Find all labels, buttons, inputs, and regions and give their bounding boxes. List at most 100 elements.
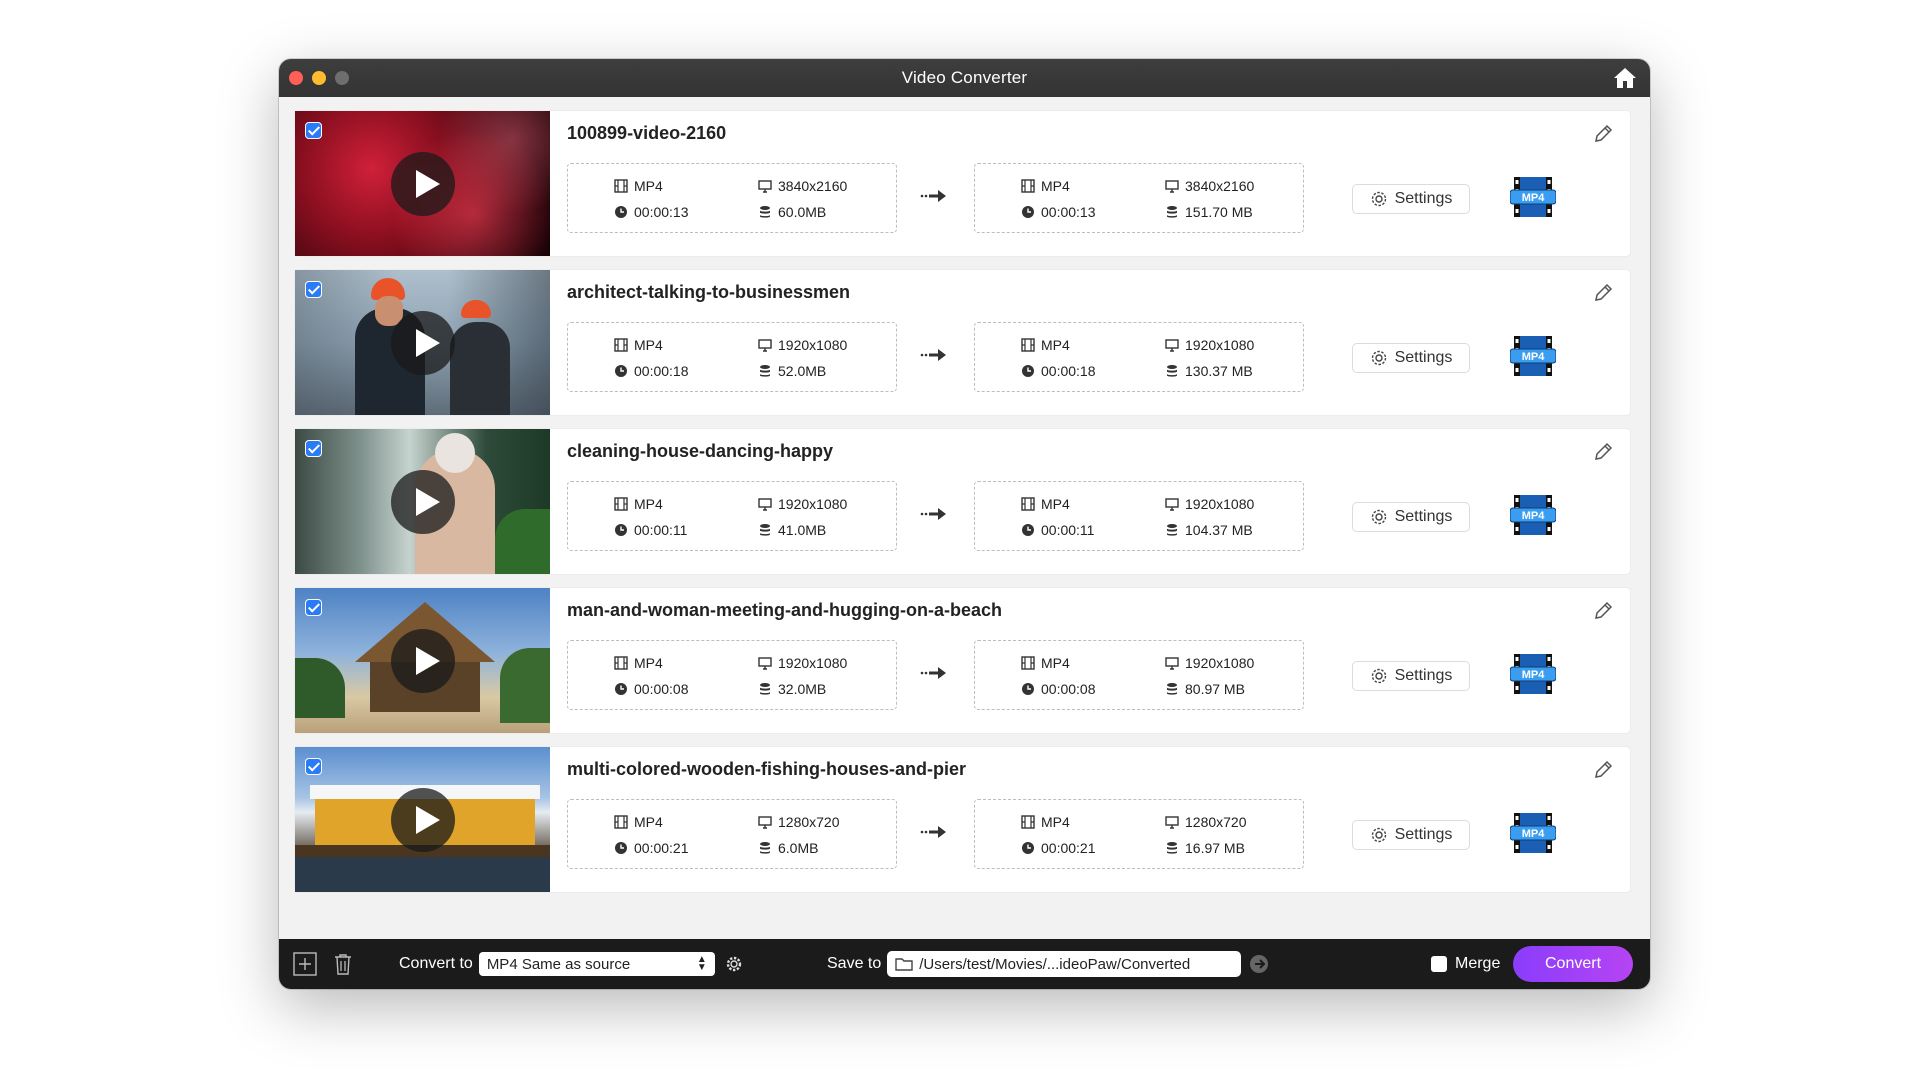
window-controls xyxy=(289,71,349,85)
gear-icon[interactable] xyxy=(725,955,743,973)
source-resolution: 3840x2160 xyxy=(778,178,848,194)
video-thumbnail[interactable] xyxy=(295,588,550,733)
pencil-icon[interactable] xyxy=(1592,759,1614,781)
convert-to-label: Convert to xyxy=(399,955,473,972)
settings-button[interactable]: Settings xyxy=(1352,661,1470,691)
output-format: MP4 xyxy=(1041,655,1070,671)
settings-button[interactable]: Settings xyxy=(1352,184,1470,214)
output-size: 80.97 MB xyxy=(1185,681,1245,697)
arrow-right-circle-icon[interactable] xyxy=(1249,954,1269,974)
database-icon xyxy=(760,524,770,536)
film-icon[interactable]: MP4 xyxy=(1510,175,1556,219)
database-icon xyxy=(760,206,770,218)
source-duration: 00:00:21 xyxy=(634,840,689,856)
source-size: 6.0MB xyxy=(778,840,819,856)
clock-icon xyxy=(1022,842,1034,854)
select-checkbox[interactable] xyxy=(305,758,322,775)
output-info: MP4 1920x1080 00:00:08 80.97 MB xyxy=(974,640,1304,710)
film-icon xyxy=(1021,815,1035,829)
play-icon[interactable] xyxy=(391,470,455,534)
pencil-icon[interactable] xyxy=(1592,282,1614,304)
output-duration: 00:00:13 xyxy=(1041,204,1096,220)
select-checkbox[interactable] xyxy=(305,440,322,457)
monitor-icon xyxy=(1165,657,1179,670)
home-icon[interactable] xyxy=(1612,66,1638,90)
film-icon xyxy=(614,656,628,670)
list-item[interactable]: man-and-woman-meeting-and-hugging-on-a-b… xyxy=(295,588,1630,733)
minimize-window-button[interactable] xyxy=(312,71,326,85)
app-window: Video Converter 100899-video-2160 MP4 38… xyxy=(279,59,1650,989)
select-checkbox[interactable] xyxy=(305,599,322,616)
clock-icon xyxy=(615,842,627,854)
database-icon xyxy=(1167,683,1177,695)
pencil-icon[interactable] xyxy=(1592,441,1614,463)
monitor-icon xyxy=(758,180,772,193)
film-icon[interactable]: MP4 xyxy=(1510,652,1556,696)
settings-button[interactable]: Settings xyxy=(1352,502,1470,532)
database-icon xyxy=(760,365,770,377)
output-format-select[interactable]: MP4 Same as source ▲ ▼ xyxy=(478,952,715,976)
output-size: 151.70 MB xyxy=(1185,204,1253,220)
monitor-icon xyxy=(758,498,772,511)
zoom-window-button[interactable] xyxy=(335,71,349,85)
gear-icon xyxy=(1371,191,1386,207)
play-icon[interactable] xyxy=(391,788,455,852)
format-badge-label: MP4 xyxy=(1522,828,1546,840)
format-badge-label: MP4 xyxy=(1522,510,1546,522)
source-duration: 00:00:13 xyxy=(634,204,689,220)
clock-icon xyxy=(1022,206,1034,218)
play-icon[interactable] xyxy=(391,152,455,216)
clock-icon xyxy=(615,683,627,695)
play-icon[interactable] xyxy=(391,311,455,375)
output-size: 16.97 MB xyxy=(1185,840,1245,856)
play-icon[interactable] xyxy=(391,629,455,693)
source-resolution: 1920x1080 xyxy=(778,337,848,353)
film-icon xyxy=(614,497,628,511)
film-icon xyxy=(1021,656,1035,670)
film-icon[interactable]: MP4 xyxy=(1510,811,1556,855)
source-duration: 00:00:08 xyxy=(634,681,689,697)
save-path-field[interactable]: /Users/test/Movies/...ideoPaw/Converted xyxy=(887,951,1242,977)
output-duration: 00:00:11 xyxy=(1041,522,1095,538)
settings-button[interactable]: Settings xyxy=(1352,820,1470,850)
monitor-icon xyxy=(758,816,772,829)
add-icon[interactable] xyxy=(293,952,317,976)
list-item[interactable]: cleaning-house-dancing-happy MP4 1920x10… xyxy=(295,429,1630,574)
video-thumbnail[interactable] xyxy=(295,747,550,892)
source-format: MP4 xyxy=(634,496,663,512)
settings-label: Settings xyxy=(1394,190,1453,207)
merge-checkbox[interactable] xyxy=(1431,956,1447,972)
database-icon xyxy=(1167,206,1177,218)
film-icon[interactable]: MP4 xyxy=(1510,334,1556,378)
list-item[interactable]: architect-talking-to-businessmen MP4 192… xyxy=(295,270,1630,415)
window-title: Video Converter xyxy=(901,68,1028,87)
close-window-button[interactable] xyxy=(289,71,303,85)
film-icon[interactable]: MP4 xyxy=(1510,493,1556,537)
output-format: MP4 xyxy=(1041,178,1070,194)
video-thumbnail[interactable] xyxy=(295,111,550,256)
arrow-right-icon xyxy=(920,190,946,202)
database-icon xyxy=(1167,524,1177,536)
format-badge-label: MP4 xyxy=(1522,669,1546,681)
video-thumbnail[interactable] xyxy=(295,270,550,415)
source-resolution: 1920x1080 xyxy=(778,496,848,512)
clock-icon xyxy=(1022,365,1034,377)
gear-icon xyxy=(1371,509,1386,525)
video-thumbnail[interactable] xyxy=(295,429,550,574)
list-item[interactable]: multi-colored-wooden-fishing-houses-and-… xyxy=(295,747,1630,892)
file-name: cleaning-house-dancing-happy xyxy=(567,441,834,461)
source-info: MP4 1280x720 00:00:21 6.0MB xyxy=(567,799,897,869)
select-checkbox[interactable] xyxy=(305,281,322,298)
settings-button[interactable]: Settings xyxy=(1352,343,1470,373)
convert-button[interactable]: Convert xyxy=(1513,946,1633,982)
pencil-icon[interactable] xyxy=(1592,123,1614,145)
monitor-icon xyxy=(1165,498,1179,511)
output-format: MP4 xyxy=(1041,814,1070,830)
list-item[interactable]: 100899-video-2160 MP4 3840x2160 00:00:13… xyxy=(295,111,1630,256)
monitor-icon xyxy=(1165,339,1179,352)
select-checkbox[interactable] xyxy=(305,122,322,139)
output-format: MP4 xyxy=(1041,337,1070,353)
pencil-icon[interactable] xyxy=(1592,600,1614,622)
save-path-value: /Users/test/Movies/...ideoPaw/Converted xyxy=(919,955,1191,973)
trash-icon[interactable] xyxy=(331,952,355,976)
